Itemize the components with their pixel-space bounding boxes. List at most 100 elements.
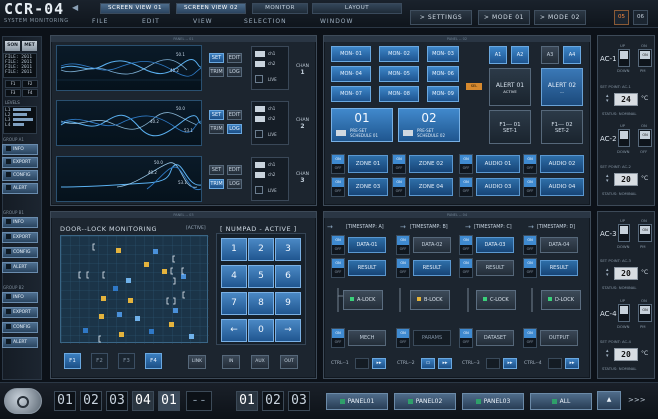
- wave2-trim-button[interactable]: TRIM: [209, 124, 224, 134]
- sidebar-f2[interactable]: F2: [22, 80, 38, 88]
- result-03-button[interactable]: RESULT: [476, 260, 514, 276]
- audio-01-button[interactable]: AUDIO 01: [476, 155, 520, 173]
- wave1-edit-button[interactable]: EDIT: [227, 53, 242, 63]
- wave3-switch-2[interactable]: [255, 172, 265, 178]
- sidebar-son-button[interactable]: SON: [5, 41, 20, 51]
- bottom-tab-panel02[interactable]: PANEL02: [394, 393, 456, 410]
- door-f1-button[interactable]: F1: [64, 353, 81, 369]
- numpad-key-9[interactable]: 9: [275, 292, 301, 315]
- door-f4-button[interactable]: F4: [145, 353, 162, 369]
- data-01-button[interactable]: DATA-01: [348, 237, 386, 253]
- ac-2-stepper-icon[interactable]: ▴ ▾: [606, 174, 609, 184]
- output-toggle[interactable]: ON OFF: [523, 328, 537, 348]
- wave1-trim-button[interactable]: TRIM: [209, 67, 224, 77]
- mon-08-button[interactable]: MON- 08: [379, 86, 419, 102]
- door-aux-button[interactable]: AUX: [251, 355, 269, 369]
- door-in-button[interactable]: IN: [222, 355, 240, 369]
- zone-03-button[interactable]: ZONE 03: [348, 178, 388, 196]
- tab-monitor[interactable]: MONITOR: [252, 3, 308, 14]
- wave2-edit-button[interactable]: EDIT: [227, 110, 242, 120]
- preset-01-button[interactable]: 01 PRE-SET SCHEDULE 01: [331, 108, 393, 142]
- mech-button[interactable]: MECH: [348, 330, 386, 346]
- ctrl-3-slot-b[interactable]: ▸▸: [503, 358, 517, 369]
- wave3-trim-button[interactable]: TRIM: [209, 179, 224, 189]
- bottom-tab-all[interactable]: ALL: [530, 393, 592, 410]
- ctrl-1-slot-b[interactable]: ▸▸: [372, 358, 386, 369]
- numpad-key-4[interactable]: 4: [221, 265, 247, 288]
- settings-button[interactable]: > SETTINGS: [410, 10, 472, 25]
- sidebar-config-2[interactable]: CONFIG: [2, 247, 38, 258]
- mon-01-button[interactable]: MON- 01: [331, 46, 371, 62]
- sidebar-info-3[interactable]: INFO: [2, 292, 38, 303]
- power-knob-icon[interactable]: [4, 388, 42, 414]
- wave2-switch-1[interactable]: [255, 106, 265, 112]
- ctrl-2-slot-b[interactable]: ▸▸: [438, 358, 452, 369]
- audio-04-button[interactable]: AUDIO 04: [540, 178, 584, 196]
- tab-screen-view-01[interactable]: SCREEN VIEW 01: [100, 3, 170, 14]
- mode-02-button[interactable]: > MODE 02: [534, 10, 586, 25]
- wave1-log-button[interactable]: LOG: [227, 67, 242, 77]
- mech-toggle[interactable]: ON OFF: [331, 328, 345, 348]
- ac-4-power-switch[interactable]: ON: [638, 304, 652, 322]
- mon-06-button[interactable]: MON- 06: [427, 66, 459, 82]
- menu-view[interactable]: VIEW: [193, 18, 213, 25]
- ctrl-4-slot-a[interactable]: [548, 358, 562, 369]
- ac-4-updown-switch[interactable]: [618, 304, 630, 322]
- ac-3-updown-switch[interactable]: [618, 224, 630, 242]
- door-f3-button[interactable]: F3: [118, 353, 135, 369]
- bottom-tab-panel03[interactable]: PANEL03: [462, 393, 524, 410]
- ctrl-1-slot-a[interactable]: [355, 358, 369, 369]
- ac-3-stepper-icon[interactable]: ▴ ▾: [606, 268, 609, 278]
- door-link-button[interactable]: LINK: [188, 355, 206, 369]
- tab-screen-view-02[interactable]: SCREEN VIEW 02: [176, 3, 246, 14]
- result-02-toggle[interactable]: ON OFF: [396, 258, 410, 278]
- sidebar-export-2[interactable]: EXPORT: [2, 232, 38, 243]
- sidebar-alert-2[interactable]: ALERT: [2, 262, 38, 273]
- wave3-live-check[interactable]: [255, 186, 263, 194]
- data-04-toggle[interactable]: ON OFF: [523, 235, 537, 255]
- wave2-set-button[interactable]: SET: [209, 110, 224, 120]
- a1-button[interactable]: A1: [489, 46, 507, 64]
- numpad-key-3[interactable]: 3: [275, 238, 301, 261]
- preset-02-button[interactable]: 02 PRE-SET SCHEDULE 02: [398, 108, 460, 142]
- mon-02-button[interactable]: MON- 02: [379, 46, 419, 62]
- zone-04-toggle[interactable]: ON OFF: [392, 177, 406, 197]
- audio-02-button[interactable]: AUDIO 02: [540, 155, 584, 173]
- data-03-button[interactable]: DATA-03: [476, 237, 514, 253]
- numpad-key-5[interactable]: 5: [248, 265, 274, 288]
- audio-03-button[interactable]: AUDIO 03: [476, 178, 520, 196]
- zone-01-button[interactable]: ZONE 01: [348, 155, 388, 173]
- result-01-toggle[interactable]: ON OFF: [331, 258, 345, 278]
- wave3-set-button[interactable]: SET: [209, 165, 224, 175]
- door-out-button[interactable]: OUT: [280, 355, 298, 369]
- sidebar-alert-1[interactable]: ALERT: [2, 183, 38, 194]
- dataset-button[interactable]: DATASET: [476, 330, 514, 346]
- wave1-switch-1[interactable]: [255, 51, 265, 57]
- result-03-toggle[interactable]: ON OFF: [459, 258, 473, 278]
- ctrl-2-slot-a[interactable]: ▭: [421, 358, 435, 369]
- params-toggle[interactable]: ON OFF: [396, 328, 410, 348]
- menu-window[interactable]: WINDOW: [320, 18, 353, 25]
- zone-02-toggle[interactable]: ON OFF: [392, 154, 406, 174]
- numpad-key-7[interactable]: 7: [221, 292, 247, 315]
- sidebar-met-button[interactable]: MET: [22, 41, 37, 51]
- zone-04-button[interactable]: ZONE 04: [409, 178, 453, 196]
- data-04-button[interactable]: DATA-04: [540, 237, 578, 253]
- ac-3-power-switch[interactable]: ON: [638, 224, 652, 242]
- tab-layout[interactable]: LAYOUT: [312, 3, 402, 14]
- wave3-edit-button[interactable]: EDIT: [227, 165, 242, 175]
- a3-button[interactable]: A3: [541, 46, 559, 64]
- sidebar-alert-3[interactable]: ALERT: [2, 337, 38, 348]
- mode-01-button[interactable]: > MODE 01: [478, 10, 530, 25]
- audio-02-toggle[interactable]: ON OFF: [523, 154, 537, 174]
- ac-1-updown-switch[interactable]: [618, 49, 630, 67]
- menu-selection[interactable]: SELECTION: [244, 18, 287, 25]
- ac-2-updown-switch[interactable]: [618, 129, 630, 147]
- sel-badge[interactable]: SEL: [466, 83, 482, 90]
- sq-button-05[interactable]: 05: [614, 10, 629, 25]
- numpad-key-8[interactable]: 8: [248, 292, 274, 315]
- result-04-toggle[interactable]: ON OFF: [523, 258, 537, 278]
- params-button[interactable]: PARAMS: [413, 330, 451, 346]
- audio-03-toggle[interactable]: ON OFF: [459, 177, 473, 197]
- sidebar-f3[interactable]: F3: [5, 89, 21, 97]
